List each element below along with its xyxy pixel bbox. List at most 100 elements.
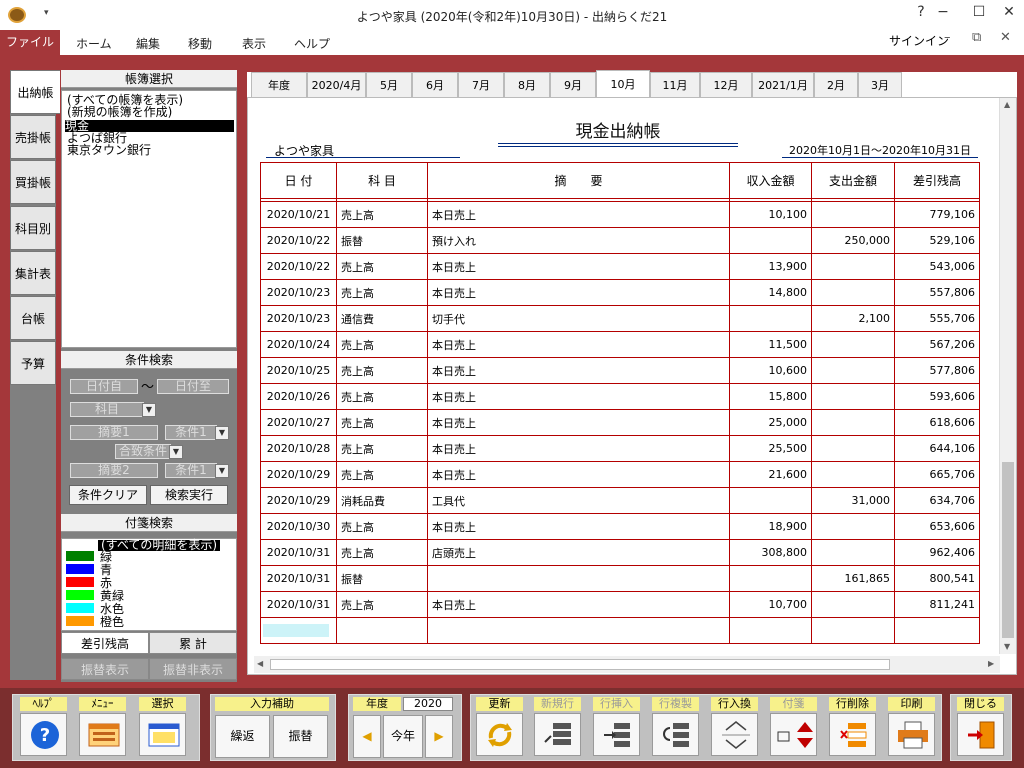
vertical-scroll-thumb[interactable] — [1002, 462, 1014, 638]
date-cell[interactable]: 2020/10/25 — [260, 357, 337, 384]
this-year-button[interactable]: 今年 — [383, 715, 423, 758]
table-row[interactable]: 2020/10/30 売上高 本日売上 18,900 653,606 — [260, 513, 980, 540]
new-date-cell[interactable] — [260, 617, 337, 644]
clear-conditions-button[interactable]: 条件クリア — [69, 485, 147, 505]
book-list[interactable]: (すべての帳簿を表示) (新規の帳簿を作成) 現金 よつば銀行 東京タウン銀行 — [61, 90, 237, 348]
tab-june[interactable]: 6月 — [412, 72, 458, 98]
balance-cell[interactable]: 962,406 — [894, 539, 980, 566]
summary-cell[interactable]: 工具代 — [427, 487, 730, 514]
subject-cell[interactable]: 売上高 — [336, 513, 428, 540]
subject-cell[interactable]: 売上高 — [336, 435, 428, 462]
side-tab-receivable[interactable]: 売掛帳 — [10, 115, 56, 159]
cond2-select[interactable]: 条件1 — [165, 463, 217, 478]
date-cell[interactable]: 2020/10/29 — [260, 461, 337, 488]
new-entry-cell[interactable] — [336, 617, 428, 644]
tab-total[interactable]: 累 計 — [149, 632, 237, 654]
swap-row-button-body[interactable] — [711, 713, 758, 756]
income-cell[interactable] — [729, 305, 812, 332]
copy-row-button-body[interactable] — [652, 713, 699, 756]
horizontal-scrollbar[interactable]: ◀ ▶ — [254, 656, 1000, 673]
date-cell[interactable]: 2020/10/23 — [260, 305, 337, 332]
income-cell[interactable]: 15,800 — [729, 383, 812, 410]
income-cell[interactable] — [729, 565, 812, 592]
summary-cell[interactable]: 本日売上 — [427, 357, 730, 384]
expense-cell[interactable]: 31,000 — [811, 487, 895, 514]
date-cell[interactable]: 2020/10/23 — [260, 279, 337, 306]
income-cell[interactable]: 13,900 — [729, 253, 812, 280]
balance-cell[interactable]: 557,806 — [894, 279, 980, 306]
table-row[interactable]: 2020/10/28 売上高 本日売上 25,500 644,106 — [260, 435, 980, 462]
expense-cell[interactable]: 161,865 — [811, 565, 895, 592]
summary-cell[interactable]: 本日売上 — [427, 331, 730, 358]
subject-cell[interactable]: 売上高 — [336, 201, 428, 228]
table-row[interactable]: 2020/10/23 通信費 切手代 2,100 555,706 — [260, 305, 980, 332]
date-cell[interactable]: 2020/10/30 — [260, 513, 337, 540]
execute-search-button[interactable]: 検索実行 — [150, 485, 228, 505]
scroll-right-icon[interactable]: ▶ — [988, 659, 994, 668]
subject-cell[interactable]: 売上高 — [336, 331, 428, 358]
active-input-cell[interactable] — [263, 624, 329, 638]
date-cell[interactable]: 2020/10/22 — [260, 227, 337, 254]
summary-cell[interactable]: 本日売上 — [427, 591, 730, 618]
doc-close-button[interactable]: ✕ — [1000, 30, 1011, 45]
date-cell[interactable]: 2020/10/31 — [260, 591, 337, 618]
table-row[interactable]: 2020/10/21 売上高 本日売上 10,100 779,106 — [260, 201, 980, 228]
date-cell[interactable]: 2020/10/26 — [260, 383, 337, 410]
date-cell[interactable]: 2020/10/31 — [260, 565, 337, 592]
summary-cell[interactable]: 預け入れ — [427, 227, 730, 254]
tab-july[interactable]: 7月 — [458, 72, 504, 98]
date-cell[interactable]: 2020/10/21 — [260, 201, 337, 228]
tag-item-blue[interactable]: 青 — [100, 564, 112, 576]
tag-button-body[interactable] — [770, 713, 817, 756]
tab-march[interactable]: 3月 — [858, 72, 902, 98]
table-row[interactable]: 2020/10/22 売上高 本日売上 13,900 543,006 — [260, 253, 980, 280]
minimize-button[interactable]: − — [932, 4, 954, 20]
balance-cell[interactable]: 543,006 — [894, 253, 980, 280]
table-row[interactable]: 2020/10/31 振替 161,865 800,541 — [260, 565, 980, 592]
tab-2021-01[interactable]: 2021/1月 — [752, 72, 814, 98]
balance-cell[interactable]: 577,806 — [894, 357, 980, 384]
tag-item-green[interactable]: 緑 — [100, 551, 112, 563]
delete-row-button-body[interactable] — [829, 713, 876, 756]
date-cell[interactable]: 2020/10/31 — [260, 539, 337, 566]
summary-cell[interactable]: 本日売上 — [427, 461, 730, 488]
match-cond-dropdown-icon[interactable]: ▼ — [169, 445, 183, 459]
summary-cell[interactable]: 切手代 — [427, 305, 730, 332]
menu-button[interactable]: ﾒﾆｭｰ — [76, 695, 129, 758]
tab-december[interactable]: 12月 — [700, 72, 752, 98]
signin-link[interactable]: サインイン — [889, 32, 949, 49]
book-item-tokyo-town-bank[interactable]: 東京タウン銀行 — [67, 144, 151, 156]
income-cell[interactable]: 25,000 — [729, 409, 812, 436]
subject-cell[interactable]: 通信費 — [336, 305, 428, 332]
tag-item-all[interactable]: (すべての明細を表示) — [98, 539, 221, 551]
expense-cell[interactable] — [811, 513, 895, 540]
menu-home[interactable]: ホーム — [76, 35, 112, 52]
menu-edit[interactable]: 編集 — [136, 35, 160, 52]
copy-row-button[interactable]: 行複製 — [649, 695, 702, 758]
print-button[interactable]: 印刷 — [885, 695, 938, 758]
balance-cell[interactable]: 779,106 — [894, 201, 980, 228]
help-button[interactable]: ﾍﾙﾌﾟ ? — [17, 695, 70, 758]
new-entry-cell[interactable] — [811, 617, 895, 644]
fiscal-year-input[interactable]: 2020 — [403, 697, 453, 711]
table-row[interactable]: 2020/10/23 売上高 本日売上 14,800 557,806 — [260, 279, 980, 306]
date-cell[interactable]: 2020/10/22 — [260, 253, 337, 280]
expense-cell[interactable] — [811, 409, 895, 436]
balance-cell[interactable]: 811,241 — [894, 591, 980, 618]
summary-cell[interactable]: 本日売上 — [427, 409, 730, 436]
table-row[interactable]: 2020/10/25 売上高 本日売上 10,600 577,806 — [260, 357, 980, 384]
income-cell[interactable]: 25,500 — [729, 435, 812, 462]
subject-select[interactable]: 科目 — [70, 402, 144, 417]
income-cell[interactable]: 11,500 — [729, 331, 812, 358]
balance-cell[interactable]: 618,606 — [894, 409, 980, 436]
new-entry-cell[interactable] — [894, 617, 980, 644]
balance-cell[interactable]: 593,606 — [894, 383, 980, 410]
expense-cell[interactable]: 2,100 — [811, 305, 895, 332]
expense-cell[interactable] — [811, 201, 895, 228]
balance-cell[interactable]: 555,706 — [894, 305, 980, 332]
date-cell[interactable]: 2020/10/27 — [260, 409, 337, 436]
balance-cell[interactable]: 634,706 — [894, 487, 980, 514]
new-entry-cell[interactable] — [427, 617, 730, 644]
income-cell[interactable]: 308,800 — [729, 539, 812, 566]
expense-cell[interactable]: 250,000 — [811, 227, 895, 254]
